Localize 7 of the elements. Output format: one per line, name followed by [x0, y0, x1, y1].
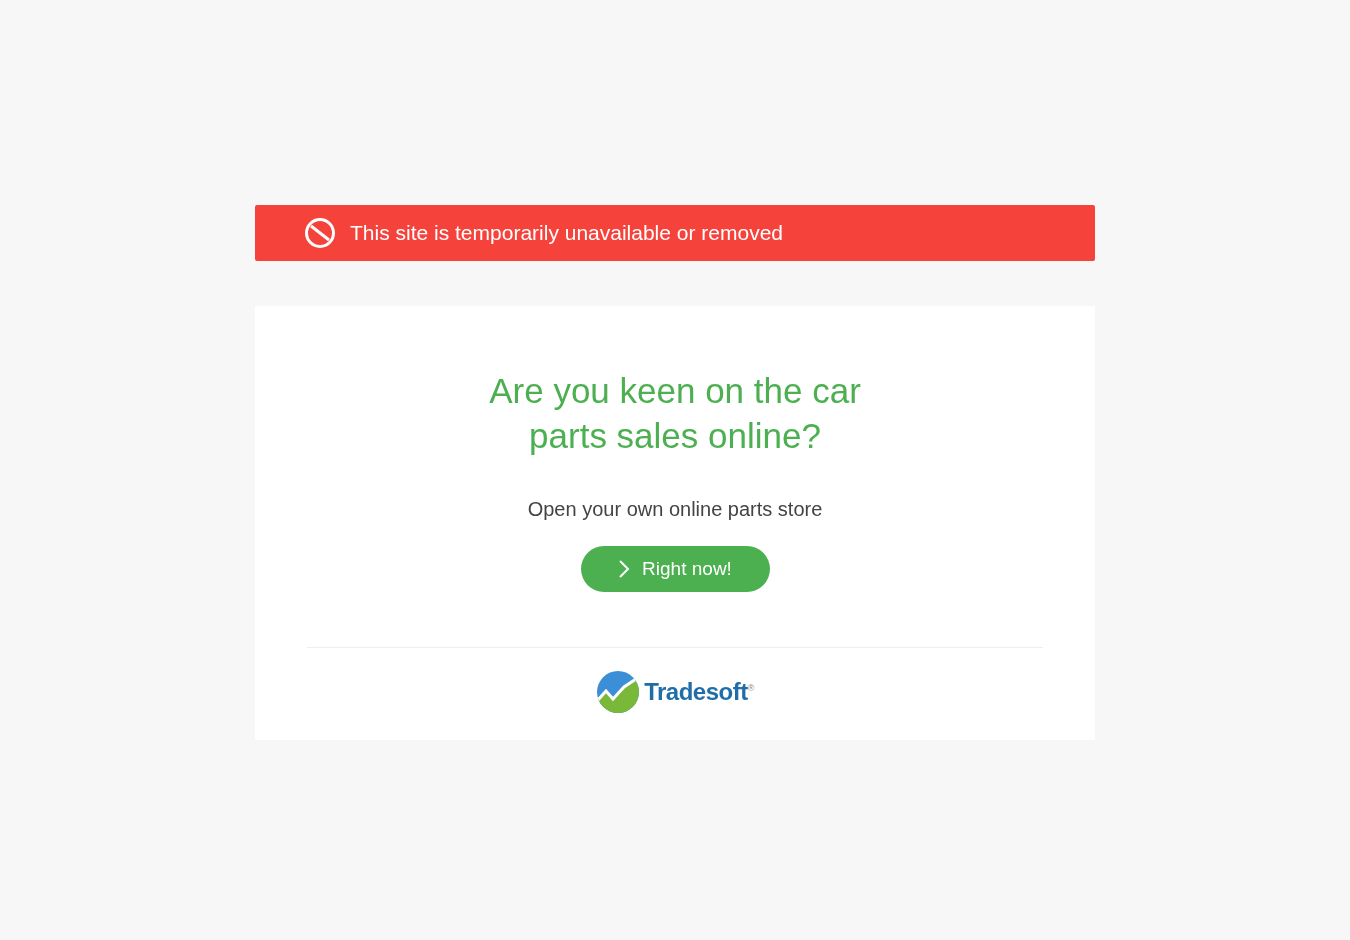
right-now-button[interactable]: Right now! [580, 546, 770, 592]
promo-subtitle: Open your own online parts store [527, 498, 823, 521]
chevron-right-icon [618, 559, 631, 579]
brand-name: Tradesoft$^{®}$ [644, 678, 754, 706]
promo-heading: Are you keen on the car parts sales online? [488, 370, 862, 457]
alert-message: This site is temporarily unavailable or removed [350, 221, 783, 245]
prohibited-icon [304, 217, 336, 249]
